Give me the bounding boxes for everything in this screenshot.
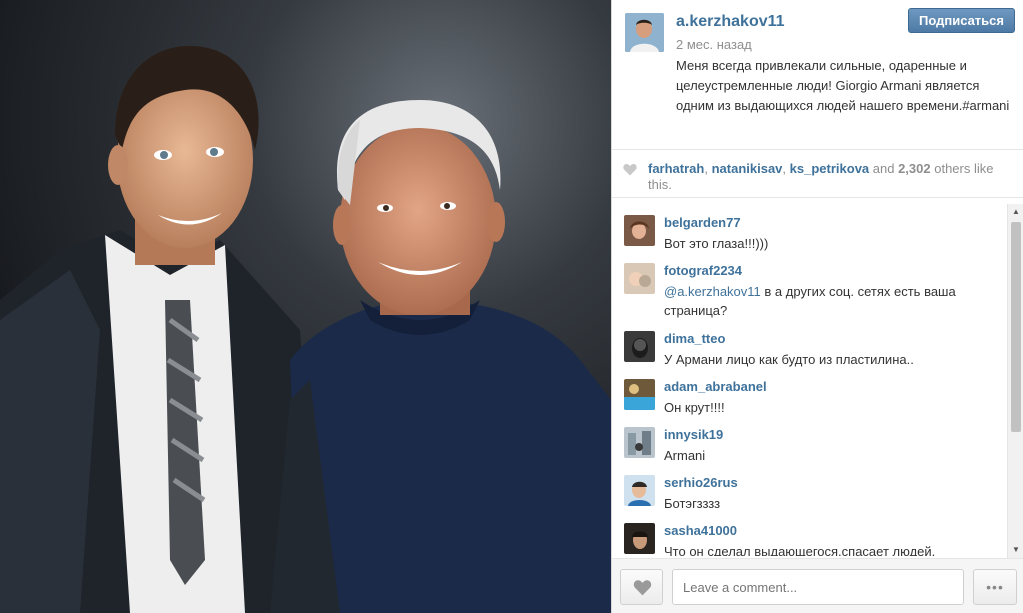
heart-icon [623, 163, 637, 176]
commenter-avatar-image [624, 427, 655, 458]
comment-text: Armani [664, 448, 706, 463]
instagram-post-viewer: a.kerzhakov11 Подписаться 2 мес. назад М… [0, 0, 1023, 613]
likes-summary: farhatrah, natanikisav, ks_petrikova and… [612, 150, 1023, 198]
commenter-avatar[interactable] [624, 427, 655, 458]
post-photo-image [0, 0, 611, 613]
scroll-down-icon[interactable]: ▼ [1011, 545, 1021, 555]
follow-button[interactable]: Подписаться [908, 8, 1015, 33]
post-photo[interactable] [0, 0, 611, 613]
commenter-username[interactable]: sasha41000 [664, 523, 737, 538]
likes-and: and [869, 161, 899, 176]
liker-link[interactable]: ks_petrikova [790, 161, 870, 176]
commenter-avatar[interactable] [624, 379, 655, 410]
commenter-avatar-image [624, 475, 655, 506]
post-details-panel: a.kerzhakov11 Подписаться 2 мес. назад М… [611, 0, 1023, 613]
more-options-button[interactable]: ••• [973, 569, 1017, 605]
comment-input[interactable] [672, 569, 964, 605]
likes-separator: , [782, 161, 790, 176]
comment-item: serhio26rus Ботэгзззз [612, 464, 1007, 512]
commenter-avatar[interactable] [624, 331, 655, 362]
comment-text: Что он сделал выдающегося,спасает людей, [664, 544, 936, 556]
commenter-avatar-image [624, 263, 655, 294]
comment-item: sasha41000 Что он сделал выдающегося,спа… [612, 512, 1007, 556]
likes-separator: , [704, 161, 712, 176]
scroll-up-icon[interactable]: ▲ [1011, 207, 1021, 217]
comments-scrollbar[interactable]: ▲ ▼ [1007, 204, 1023, 558]
comment-text: Ботэгзззз [664, 496, 721, 511]
comment-item: belgarden77 Вот это глаза!!!))) [612, 204, 1007, 252]
post-header: a.kerzhakov11 Подписаться 2 мес. назад М… [612, 0, 1023, 150]
commenter-username[interactable]: adam_abrabanel [664, 379, 767, 394]
commenter-username[interactable]: innysik19 [664, 427, 723, 442]
comment-text: Вот это глаза!!!))) [664, 236, 769, 251]
comment-text: У Армани лицо как будто из пластилина.. [664, 352, 914, 367]
commenter-avatar[interactable] [624, 263, 655, 294]
like-button[interactable] [620, 569, 663, 605]
heart-icon [633, 579, 652, 599]
liker-link[interactable]: natanikisav [712, 161, 783, 176]
liker-link[interactable]: farhatrah [648, 161, 704, 176]
author-avatar-image [625, 13, 664, 52]
comment-item: dima_tteo У Армани лицо как будто из пла… [612, 320, 1007, 368]
author-avatar[interactable] [625, 13, 664, 52]
commenter-avatar[interactable] [624, 215, 655, 246]
commenter-username[interactable]: serhio26rus [664, 475, 738, 490]
comment-item: adam_abrabanel Он крут!!!! [612, 368, 1007, 416]
post-caption: Меня всегда привлекали сильные, одаренны… [676, 58, 1010, 113]
commenter-avatar[interactable] [624, 475, 655, 506]
scrollbar-thumb[interactable] [1011, 222, 1021, 432]
commenter-avatar-image [624, 379, 655, 410]
commenter-avatar-image [624, 523, 655, 554]
comment-item: innysik19 Armani [612, 416, 1007, 464]
commenter-avatar-image [624, 331, 655, 362]
post-timestamp: 2 мес. назад [676, 37, 752, 52]
commenter-avatar[interactable] [624, 523, 655, 554]
likes-text: farhatrah, natanikisav, ks_petrikova and… [648, 161, 1018, 193]
commenter-avatar-image [624, 215, 655, 246]
author-username[interactable]: a.kerzhakov11 [676, 13, 785, 31]
commenter-username[interactable]: fotograf2234 [664, 263, 742, 278]
comment-item: fotograf2234 @a.kerzhakov11 в а других с… [612, 252, 1007, 320]
commenter-username[interactable]: belgarden77 [664, 215, 741, 230]
comments-list[interactable]: belgarden77 Вот это глаза!!!))) fotograf… [612, 204, 1007, 556]
comment-text: @a.kerzhakov11 в а других соц. сетях ест… [664, 282, 1004, 320]
commenter-username[interactable]: dima_tteo [664, 331, 725, 346]
comment-mention-link[interactable]: @a.kerzhakov11 [664, 284, 761, 299]
likes-count[interactable]: 2,302 [898, 161, 931, 176]
comment-text: Он крут!!!! [664, 400, 725, 415]
comment-footer: ••• [612, 558, 1023, 613]
